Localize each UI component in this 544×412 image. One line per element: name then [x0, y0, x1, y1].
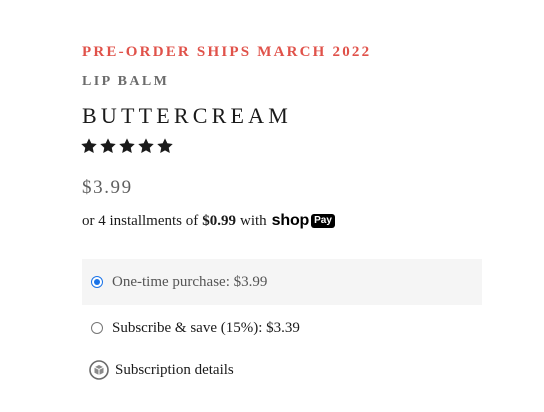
subscription-box-icon [89, 359, 115, 381]
product-title: BUTTERCREAM [82, 103, 292, 128]
one-time-purchase-label[interactable]: One-time purchase: $3.99 [112, 274, 267, 291]
star-icon [137, 137, 155, 155]
one-time-purchase-radio[interactable] [91, 276, 103, 288]
subscribe-save-label[interactable]: Subscribe & save (15%): $3.39 [112, 320, 300, 337]
star-icon [99, 137, 117, 155]
subscription-details-link[interactable]: Subscription details [89, 359, 234, 381]
star-icon [118, 137, 136, 155]
subscribe-save-option[interactable]: Subscribe & save (15%): $3.39 [82, 305, 482, 351]
star-icon [80, 137, 98, 155]
product-price: $3.99 [82, 177, 133, 198]
installments-with: with [240, 212, 267, 229]
star-icon [156, 137, 174, 155]
shop-pay-logo[interactable]: shop Pay [272, 212, 335, 230]
subscription-details-label[interactable]: Subscription details [115, 362, 234, 379]
one-time-purchase-option[interactable]: One-time purchase: $3.99 [82, 259, 482, 305]
shop-pay-shop-text: shop [271, 212, 310, 229]
preorder-notice: PRE-ORDER SHIPS MARCH 2022 [82, 44, 372, 60]
installment-amount: $0.99 [202, 212, 236, 229]
installments-prefix: or 4 installments of [82, 212, 199, 229]
rating-stars[interactable] [80, 137, 174, 155]
subscribe-save-radio[interactable] [91, 322, 103, 334]
shop-pay-pay-badge: Pay [311, 214, 335, 228]
installments-message: or 4 installments of $0.99 with shop Pay [82, 212, 335, 230]
product-category: LIP BALM [82, 74, 170, 89]
